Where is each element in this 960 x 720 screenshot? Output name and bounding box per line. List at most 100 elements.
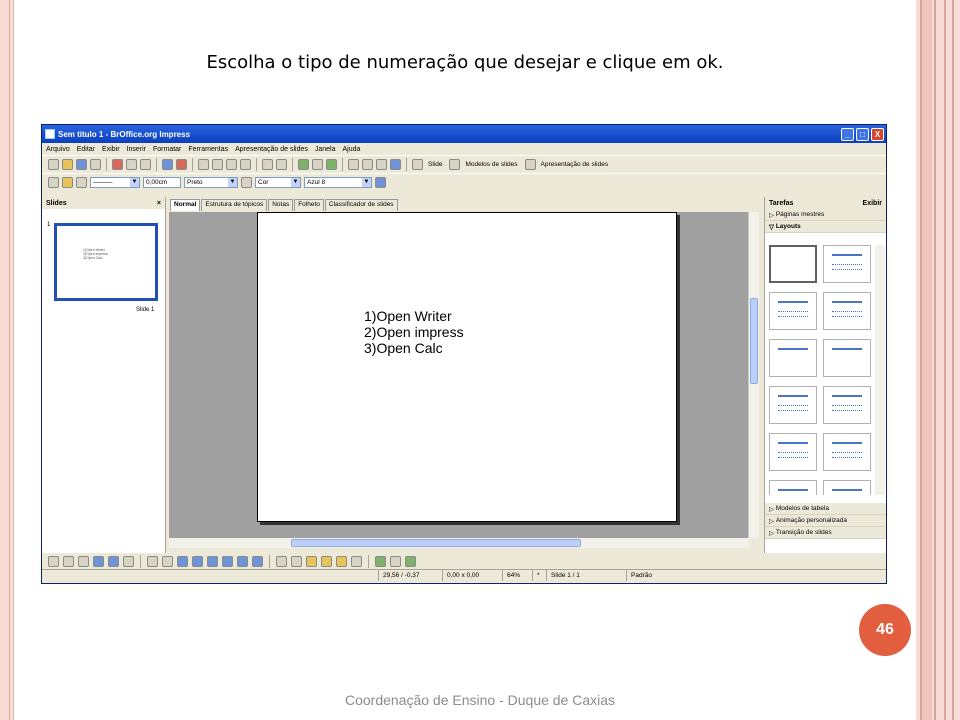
status-zoom[interactable]: 64%: [502, 570, 532, 581]
autospellcheck-icon[interactable]: [176, 159, 187, 170]
arrow-style-icon[interactable]: [76, 177, 87, 188]
layout-title-content[interactable]: [769, 292, 817, 330]
vertical-scrollbar[interactable]: [748, 212, 759, 538]
glue-points-icon[interactable]: [291, 555, 302, 567]
slide-icon[interactable]: [412, 159, 423, 170]
tab-notes[interactable]: Notas: [268, 199, 294, 211]
arrow-tool-icon[interactable]: [78, 555, 89, 567]
rectangle-tool-icon[interactable]: [93, 555, 104, 567]
slide-thumbnail[interactable]: 1)Open Writer 2)Open impress 3)Open Calc: [54, 223, 158, 301]
layout-centered-text[interactable]: [823, 339, 871, 377]
scroll-thumb[interactable]: [750, 298, 758, 384]
slide-design-label[interactable]: Modelos de slides: [465, 161, 517, 168]
draw-functions-icon[interactable]: [362, 159, 373, 170]
zoom-icon[interactable]: [376, 159, 387, 170]
line-icon[interactable]: [62, 177, 73, 188]
line-style-select[interactable]: ——— ▼: [90, 177, 140, 188]
stars-icon[interactable]: [252, 555, 263, 567]
tasks-scrollbar[interactable]: [875, 245, 885, 495]
basic-shapes-icon[interactable]: [177, 555, 188, 567]
tab-normal[interactable]: Normal: [170, 199, 201, 211]
layout-blank[interactable]: [769, 245, 817, 283]
slide-show-icon[interactable]: [524, 159, 536, 170]
layout-title[interactable]: [769, 339, 817, 377]
layout-chart[interactable]: [769, 386, 817, 424]
print-preview-icon[interactable]: [140, 159, 151, 170]
chart-icon[interactable]: [298, 159, 309, 170]
section-custom-animation[interactable]: ▷ Animação personalizada: [765, 515, 886, 527]
layout-chart-text[interactable]: [823, 480, 871, 495]
slide-design-icon[interactable]: [449, 159, 461, 170]
layout-title-only[interactable]: [823, 245, 871, 283]
line-color-select[interactable]: Preto ▼: [184, 177, 238, 188]
close-icon[interactable]: ×: [157, 200, 161, 207]
fontwork-icon[interactable]: [306, 555, 317, 567]
maximize-button[interactable]: □: [856, 127, 869, 141]
menu-formatar[interactable]: Formatar: [153, 146, 181, 153]
fill-color-select[interactable]: Azul 8 ▼: [304, 177, 372, 188]
export-pdf-icon[interactable]: [112, 159, 123, 170]
tab-slide-sorter[interactable]: Classificador de slides: [324, 199, 398, 211]
undo-icon[interactable]: [262, 159, 273, 170]
minimize-button[interactable]: _: [841, 127, 854, 141]
gallery-icon[interactable]: [336, 555, 347, 567]
table-icon[interactable]: [312, 159, 323, 170]
flowchart-icon[interactable]: [222, 555, 233, 567]
help-icon[interactable]: [390, 159, 401, 170]
menu-ajuda[interactable]: Ajuda: [343, 146, 361, 153]
shadow-icon[interactable]: [375, 177, 386, 188]
copy-icon[interactable]: [212, 159, 223, 170]
slide-page[interactable]: 1)Open Writer 2)Open impress 3)Open Calc: [257, 212, 677, 522]
layout-text-image[interactable]: [769, 480, 817, 495]
tab-outline[interactable]: Estrutura de tópicos: [201, 199, 268, 211]
numbered-list[interactable]: 1)Open Writer 2)Open impress 3)Open Calc: [364, 308, 464, 356]
spellcheck-icon[interactable]: [162, 159, 173, 170]
view-menu[interactable]: Exibir: [863, 200, 882, 207]
slide-button-label[interactable]: Slide: [428, 161, 442, 168]
points-icon[interactable]: [48, 177, 59, 188]
curve-icon[interactable]: [147, 555, 158, 567]
redo-icon[interactable]: [276, 159, 287, 170]
menu-ferramentas[interactable]: Ferramentas: [188, 146, 228, 153]
cut-icon[interactable]: [198, 159, 209, 170]
paste-icon[interactable]: [226, 159, 237, 170]
layout-image-text[interactable]: [769, 433, 817, 471]
menu-editar[interactable]: Editar: [77, 146, 95, 153]
rotate-icon[interactable]: [375, 555, 386, 567]
area-icon[interactable]: [241, 177, 252, 188]
horizontal-scrollbar[interactable]: [169, 538, 749, 548]
navigator-icon[interactable]: [326, 159, 337, 170]
fill-type-select[interactable]: Cor ▼: [255, 177, 301, 188]
ellipse-tool-icon[interactable]: [108, 555, 119, 567]
from-file-icon[interactable]: [321, 555, 332, 567]
menu-inserir[interactable]: Inserir: [127, 146, 146, 153]
connector-icon[interactable]: [162, 555, 173, 567]
menu-apresentacao[interactable]: Apresentação de slides: [235, 146, 308, 153]
line-width-field[interactable]: 0,00cm: [143, 177, 181, 188]
select-icon[interactable]: [48, 555, 59, 567]
symbol-shapes-icon[interactable]: [192, 555, 203, 567]
new-icon[interactable]: [48, 159, 59, 170]
menu-arquivo[interactable]: Arquivo: [46, 146, 70, 153]
section-master-pages[interactable]: ▷ Páginas mestres: [765, 209, 886, 221]
layout-table[interactable]: [823, 386, 871, 424]
print-icon[interactable]: [126, 159, 137, 170]
grid-icon[interactable]: [348, 159, 359, 170]
menu-janela[interactable]: Janela: [315, 146, 336, 153]
line-tool-icon[interactable]: [63, 555, 74, 567]
section-layouts[interactable]: ▽ Layouts: [765, 221, 886, 233]
text-tool-icon[interactable]: [123, 555, 134, 567]
menu-exibir[interactable]: Exibir: [102, 146, 120, 153]
close-button[interactable]: X: [871, 127, 884, 141]
extrusion-icon[interactable]: [351, 555, 362, 567]
edit-file-icon[interactable]: [90, 159, 101, 170]
callouts-icon[interactable]: [237, 555, 248, 567]
save-icon[interactable]: [76, 159, 87, 170]
scroll-thumb[interactable]: [291, 539, 581, 547]
arrange-icon[interactable]: [405, 555, 416, 567]
layout-text-chart[interactable]: [823, 433, 871, 471]
points-edit-icon[interactable]: [276, 555, 287, 567]
section-table-design[interactable]: ▷ Modelos de tabela: [765, 503, 886, 515]
clone-format-icon[interactable]: [240, 159, 251, 170]
block-arrows-icon[interactable]: [207, 555, 218, 567]
